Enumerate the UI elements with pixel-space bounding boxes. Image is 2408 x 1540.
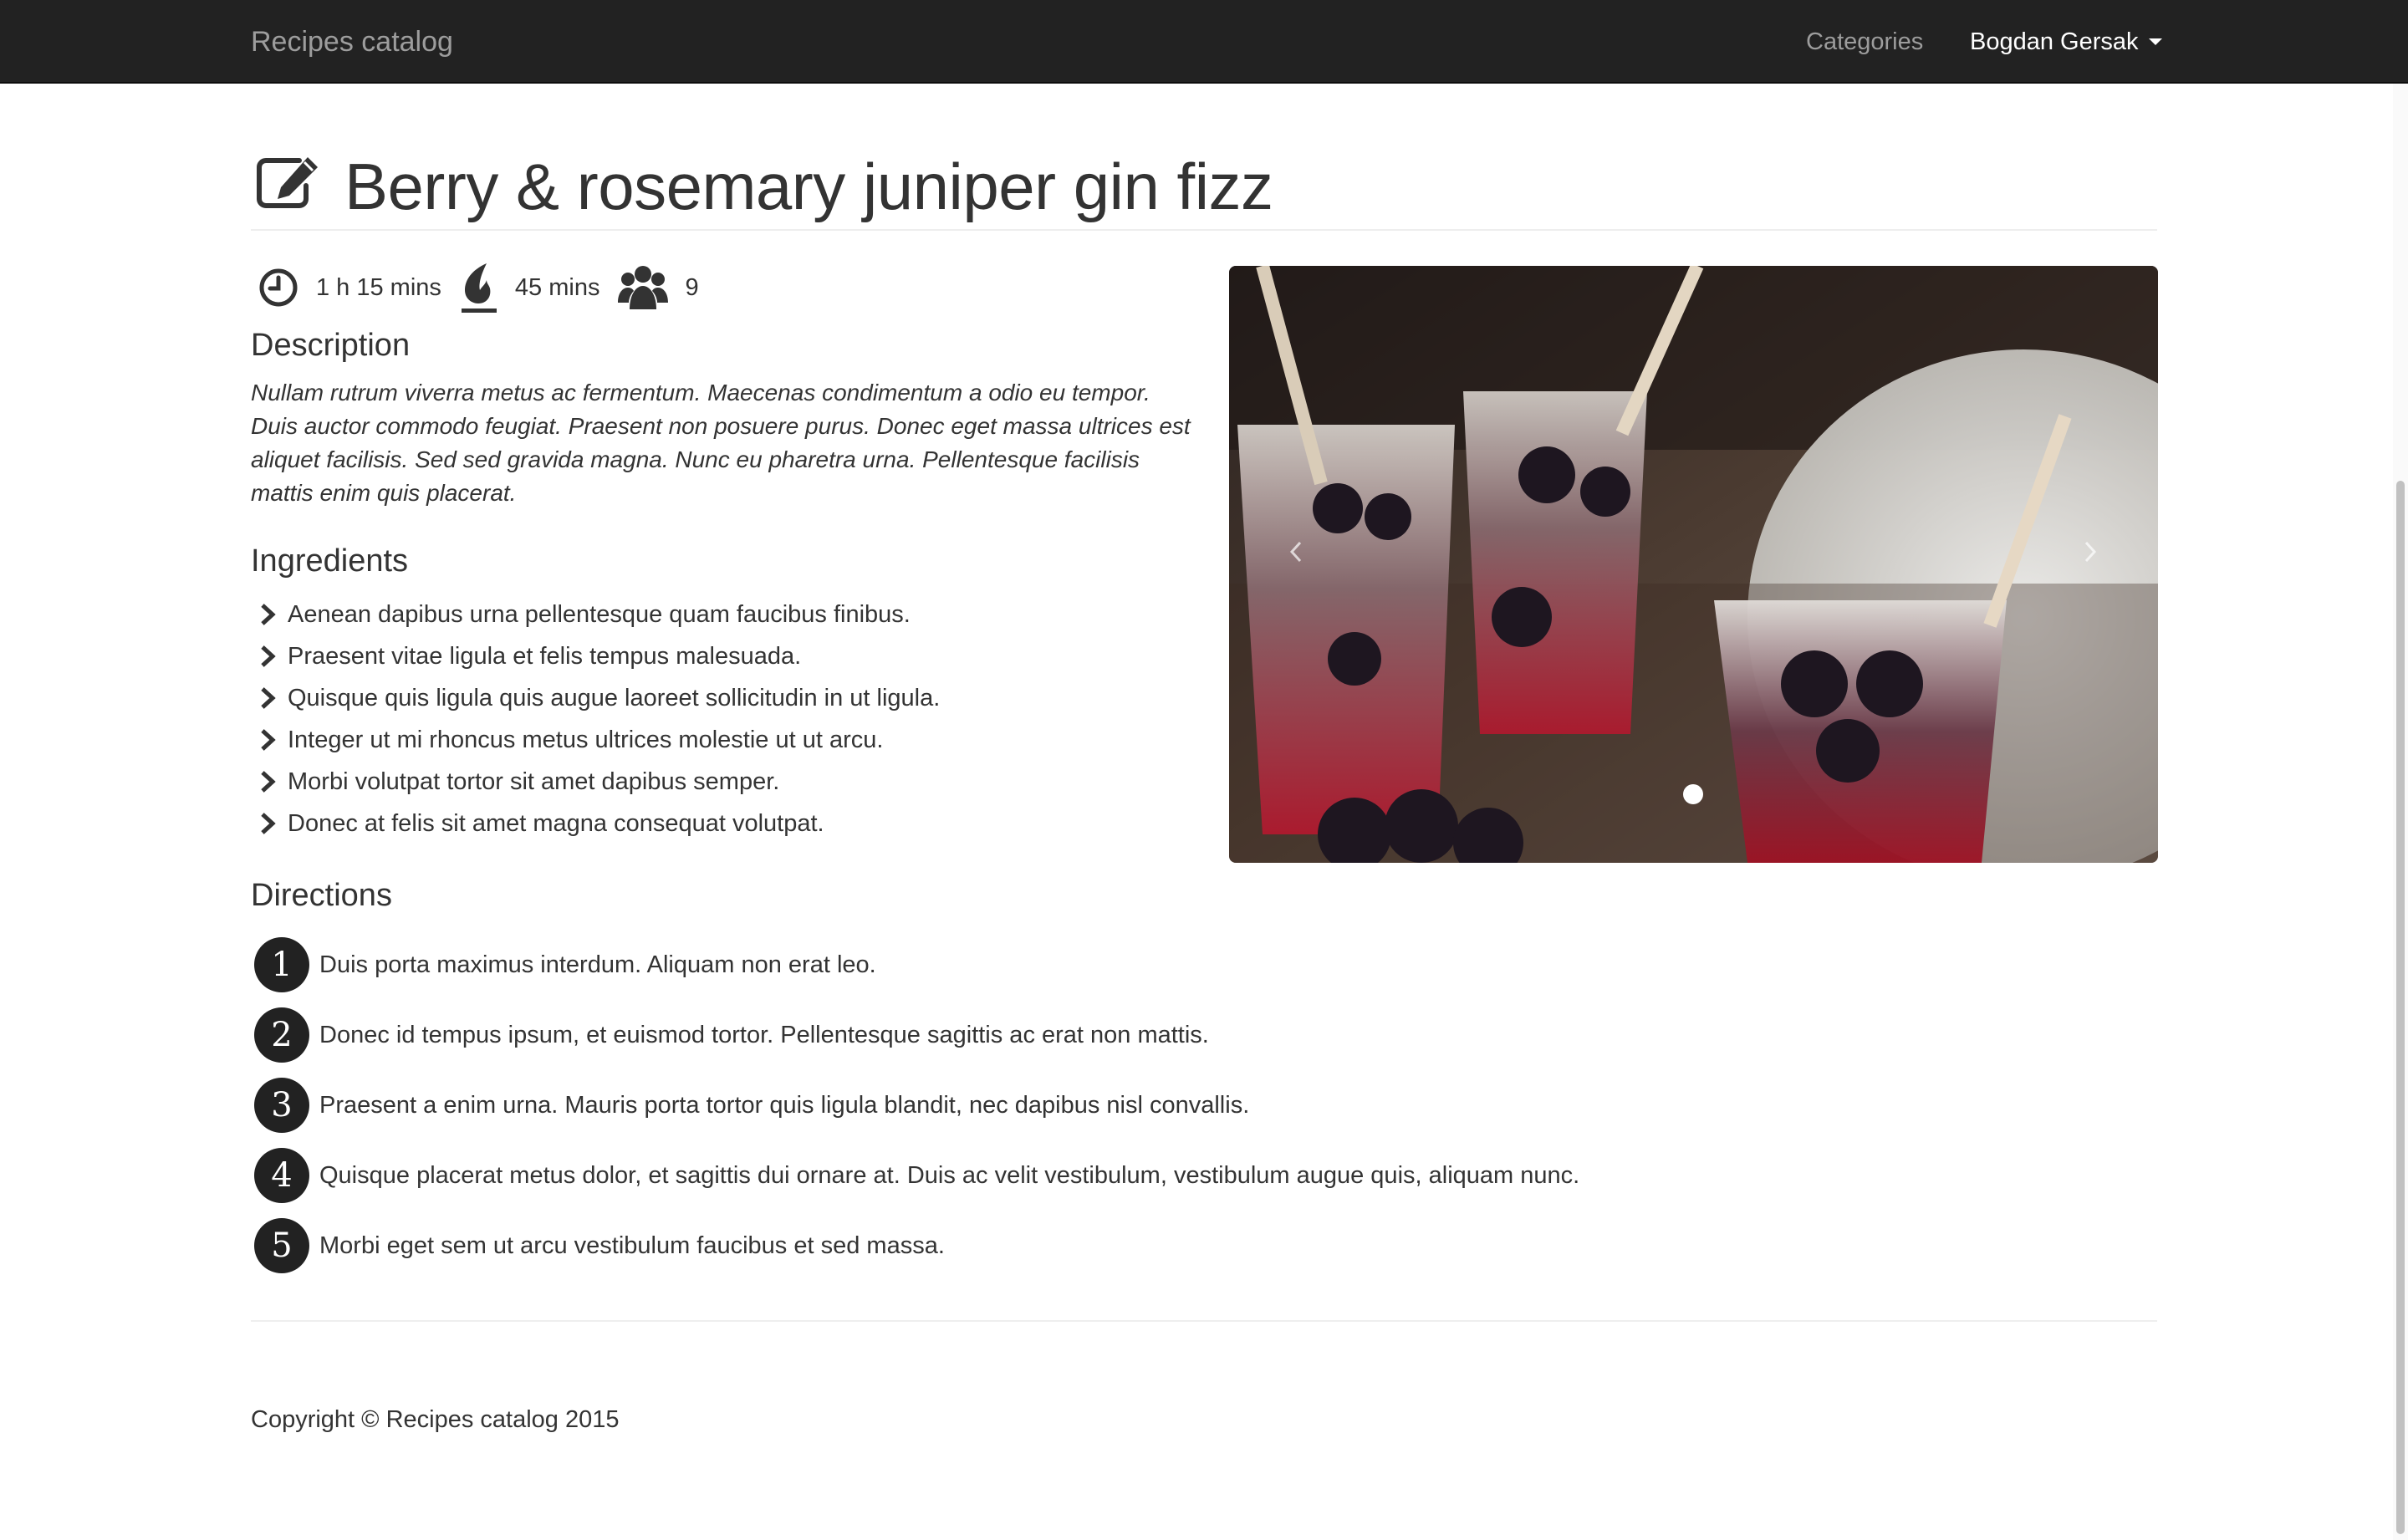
ingredient-item: Praesent vitae ligula et felis tempus ma… bbox=[251, 635, 940, 677]
direction-step: 5 Morbi eget sem ut arcu vestibulum fauci… bbox=[251, 1211, 1579, 1281]
user-name: Bogdan Gersak bbox=[1970, 28, 2139, 55]
ingredient-text: Donec at felis sit amet magna consequat … bbox=[288, 809, 824, 837]
chevron-right-icon bbox=[261, 645, 276, 667]
top-navbar: Recipes catalog Categories Bogdan Gersak bbox=[0, 0, 2408, 84]
cook-time: 45 mins bbox=[514, 273, 600, 301]
ingredient-item: Quisque quis ligula quis augue laoreet s… bbox=[251, 677, 940, 719]
directions-list: 1 Duis porta maximus interdum. Aliquam no… bbox=[251, 930, 1579, 1281]
page-title: Berry & rosemary juniper gin fizz bbox=[344, 150, 1273, 223]
scrollbar-thumb[interactable] bbox=[2396, 481, 2405, 1534]
step-text: Quisque placerat metus dolor, et sagitti… bbox=[319, 1161, 1580, 1189]
direction-step: 4 Quisque placerat metus dolor, et sagitt… bbox=[251, 1140, 1579, 1211]
recipe-meta: 1 h 15 mins 45 mins 9 bbox=[258, 261, 717, 314]
ingredients-list: Aenean dapibus urna pellentesque quam fa… bbox=[251, 594, 940, 844]
footer-divider bbox=[251, 1320, 2157, 1322]
ingredients-heading: Ingredients bbox=[251, 543, 409, 579]
step-text: Duis porta maximus interdum. Aliquam non… bbox=[319, 951, 876, 978]
step-text: Praesent a enim urna. Mauris porta torto… bbox=[319, 1091, 1250, 1119]
recipe-photo bbox=[1229, 266, 2158, 863]
description-text: Nullam rutrum viverra metus ac fermentum… bbox=[251, 380, 1191, 506]
step-text: Morbi eget sem ut arcu vestibulum faucib… bbox=[319, 1231, 945, 1259]
chevron-right-icon bbox=[261, 687, 276, 709]
ingredient-text: Praesent vitae ligula et felis tempus ma… bbox=[288, 642, 802, 670]
total-time: 1 h 15 mins bbox=[316, 273, 441, 301]
ingredient-text: Integer ut mi rhoncus metus ultrices mol… bbox=[288, 726, 884, 753]
ingredient-text: Morbi volutpat tortor sit amet dapibus s… bbox=[288, 767, 780, 795]
footer-copyright: Copyright © Recipes catalog 2015 bbox=[251, 1406, 620, 1433]
servings: 9 bbox=[685, 273, 699, 301]
step-text: Donec id tempus ipsum, et euismod tortor… bbox=[319, 1021, 1209, 1048]
chevron-left-icon bbox=[1289, 541, 1302, 563]
fire-icon bbox=[461, 263, 497, 313]
direction-step: 3 Praesent a enim urna. Mauris porta tort… bbox=[251, 1070, 1579, 1140]
description-heading: Description bbox=[251, 328, 411, 363]
ingredient-text: Aenean dapibus urna pellentesque quam fa… bbox=[288, 600, 911, 628]
step-number: 3 bbox=[254, 1078, 309, 1133]
direction-step: 2 Donec id tempus ipsum, et euismod torto… bbox=[251, 1000, 1579, 1070]
carousel-prev-button[interactable] bbox=[1279, 535, 1313, 569]
nav-categories-link[interactable]: Categories bbox=[1806, 23, 1923, 60]
ingredient-text: Quisque quis ligula quis augue laoreet s… bbox=[288, 684, 941, 711]
chevron-right-icon bbox=[261, 771, 276, 793]
ingredient-item: Integer ut mi rhoncus metus ultrices mol… bbox=[251, 719, 940, 761]
step-number: 2 bbox=[254, 1007, 309, 1063]
direction-step: 1 Duis porta maximus interdum. Aliquam no… bbox=[251, 930, 1579, 1000]
carousel-indicator-active[interactable] bbox=[1683, 784, 1703, 804]
ingredient-item: Aenean dapibus urna pellentesque quam fa… bbox=[251, 594, 940, 635]
chevron-right-icon bbox=[2084, 541, 2097, 563]
step-number: 4 bbox=[254, 1148, 309, 1203]
page-header: Berry & rosemary juniper gin fizz bbox=[251, 147, 2157, 231]
users-icon bbox=[618, 266, 669, 309]
chevron-right-icon bbox=[261, 604, 276, 625]
ingredient-item: Donec at felis sit amet magna consequat … bbox=[251, 803, 940, 844]
recipe-image-carousel[interactable] bbox=[1229, 266, 2158, 863]
step-number: 5 bbox=[254, 1218, 309, 1273]
step-number: 1 bbox=[254, 937, 309, 992]
chevron-right-icon bbox=[261, 729, 276, 751]
user-menu-dropdown[interactable]: Bogdan Gersak bbox=[1970, 23, 2162, 60]
edit-icon[interactable] bbox=[256, 154, 321, 209]
carousel-next-button[interactable] bbox=[2074, 535, 2107, 569]
ingredient-item: Morbi volutpat tortor sit amet dapibus s… bbox=[251, 761, 940, 803]
caret-down-icon bbox=[2148, 38, 2162, 45]
clock-icon bbox=[259, 268, 298, 307]
navbar-brand[interactable]: Recipes catalog bbox=[251, 22, 453, 62]
chevron-right-icon bbox=[261, 813, 276, 834]
directions-heading: Directions bbox=[251, 878, 392, 913]
